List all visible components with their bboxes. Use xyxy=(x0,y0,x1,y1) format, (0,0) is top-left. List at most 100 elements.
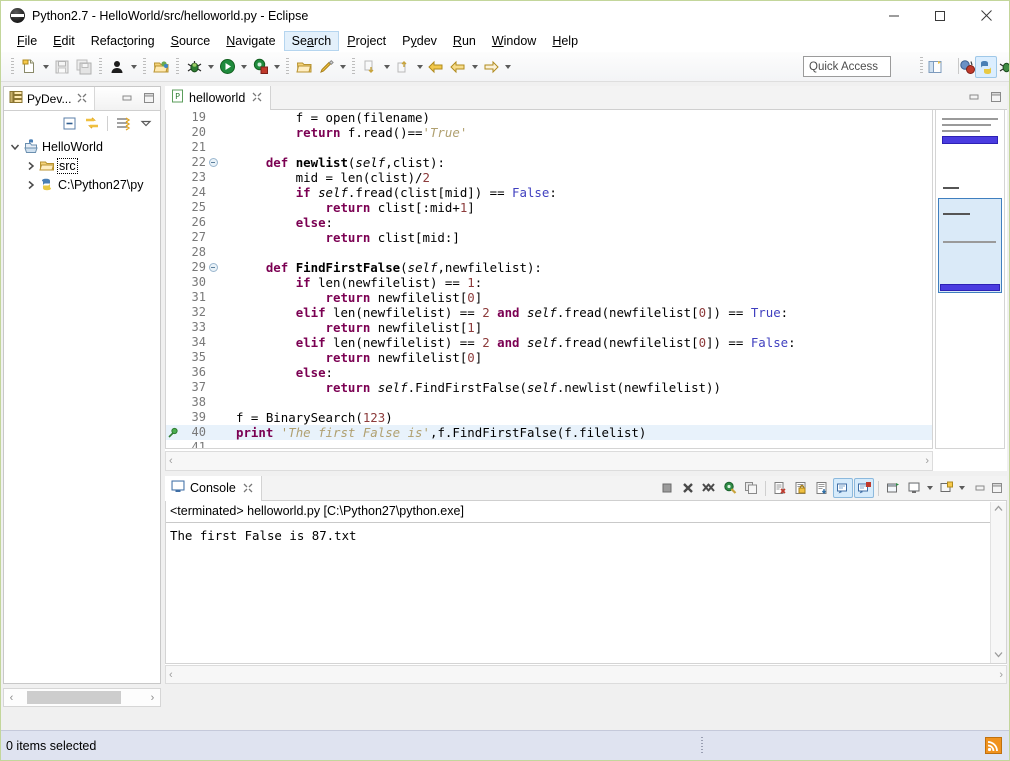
display-selected-console-icon[interactable] xyxy=(854,478,874,498)
package-explorer-hscrollbar[interactable]: ‹ › xyxy=(3,688,161,707)
code-line[interactable]: 35 return newfilelist[0] xyxy=(166,350,932,365)
clear-console-icon[interactable] xyxy=(770,478,790,498)
toolbar-grip[interactable] xyxy=(11,57,14,76)
menu-edit[interactable]: Edit xyxy=(45,31,83,51)
minimize-view-icon[interactable] xyxy=(972,480,988,496)
code-line[interactable]: 30 if len(newfilelist) == 1: xyxy=(166,275,932,290)
remove-all-launches-icon[interactable] xyxy=(699,478,719,498)
link-with-editor-icon[interactable] xyxy=(82,113,102,133)
debug-person-icon[interactable] xyxy=(106,56,128,78)
menu-refactoring[interactable]: Refactoring xyxy=(83,31,163,51)
code-line[interactable]: 40 print 'The first False is',f.FindFirst… xyxy=(166,425,932,440)
code-line[interactable]: 29 def FindFirstFalse(self,newfilelist): xyxy=(166,260,932,275)
code-line[interactable]: 36 else: xyxy=(166,365,932,380)
copy-icon[interactable] xyxy=(741,478,761,498)
menu-file[interactable]: File xyxy=(9,31,45,51)
new-file-icon[interactable] xyxy=(18,56,40,78)
code-line[interactable]: 39 f = BinarySearch(123) xyxy=(166,410,932,425)
coverage-icon[interactable] xyxy=(249,56,271,78)
code-line[interactable]: 27 return clist[mid:] xyxy=(166,230,932,245)
code-line[interactable]: 20 return f.read()=='True' xyxy=(166,125,932,140)
open-type-icon[interactable] xyxy=(293,56,315,78)
forward-dropdown-arrow[interactable] xyxy=(502,56,513,78)
code-line[interactable]: 38 xyxy=(166,395,932,410)
code-line[interactable]: 28 xyxy=(166,245,932,260)
run-dropdown-arrow[interactable] xyxy=(238,56,249,78)
editor-hscrollbar[interactable]: ‹ › xyxy=(165,451,933,471)
menu-help[interactable]: Help xyxy=(544,31,586,51)
chevron-right-icon[interactable] xyxy=(24,177,38,193)
code-text-area[interactable]: 19 f = open(filename) 20 return f.read()=… xyxy=(165,110,933,449)
remove-launch-icon[interactable] xyxy=(678,478,698,498)
scroll-thumb[interactable] xyxy=(27,691,121,704)
code-line[interactable]: 21 xyxy=(166,140,932,155)
save-icon[interactable] xyxy=(51,56,73,78)
code-line[interactable]: 25 return clist[:mid+1] xyxy=(166,200,932,215)
scroll-left-icon[interactable]: ‹ xyxy=(169,455,173,467)
debug-perspective-icon[interactable] xyxy=(995,56,1009,78)
new-console-dropdown-arrow[interactable] xyxy=(925,478,935,498)
code-line[interactable]: 26 else: xyxy=(166,215,932,230)
previous-annotation-dropdown-arrow[interactable] xyxy=(414,56,425,78)
close-icon[interactable] xyxy=(251,91,264,104)
fold-collapse-icon[interactable] xyxy=(206,263,220,272)
next-annotation-dropdown-arrow[interactable] xyxy=(381,56,392,78)
maximize-view-icon[interactable] xyxy=(141,90,157,106)
debug-dropdown-arrow[interactable] xyxy=(128,56,139,78)
back-dropdown-arrow[interactable] xyxy=(469,56,480,78)
close-icon[interactable] xyxy=(76,92,89,105)
scroll-right-icon[interactable]: › xyxy=(999,669,1003,681)
maximize-view-icon[interactable] xyxy=(989,480,1005,496)
scroll-down-icon[interactable] xyxy=(994,650,1003,661)
new-console-view-icon[interactable] xyxy=(904,478,924,498)
scroll-left-icon[interactable]: ‹ xyxy=(4,692,19,704)
scroll-lock-icon[interactable] xyxy=(791,478,811,498)
debug-bug-icon[interactable] xyxy=(183,56,205,78)
back-icon[interactable] xyxy=(425,56,447,78)
menu-project[interactable]: Project xyxy=(339,31,394,51)
code-line[interactable]: 32 elif len(newfilelist) == 2 and self.f… xyxy=(166,305,932,320)
tree-item-helloworld[interactable]: HelloWorld xyxy=(6,137,160,156)
forward-icon[interactable] xyxy=(480,56,502,78)
tab-pydev-package-explorer[interactable]: PyDev... xyxy=(4,87,96,110)
toolbar-grip-2[interactable] xyxy=(99,57,102,76)
code-line[interactable]: 31 return newfilelist[0] xyxy=(166,290,932,305)
code-line[interactable]: 37 return self.FindFirstFalse(self.newli… xyxy=(166,380,932,395)
close-icon[interactable] xyxy=(963,1,1009,30)
menu-source[interactable]: Source xyxy=(163,31,219,51)
menu-search[interactable]: Search xyxy=(283,31,340,51)
fold-collapse-icon[interactable] xyxy=(206,158,220,167)
tab-helloworld[interactable]: P helloworld xyxy=(165,85,272,110)
overview-viewport[interactable] xyxy=(938,187,1002,293)
tab-console[interactable]: Console xyxy=(165,475,262,501)
quick-access-input[interactable]: Quick Access xyxy=(803,56,891,77)
code-line[interactable]: 22 def newlist(self,clist): xyxy=(166,155,932,170)
previous-annotation-icon[interactable] xyxy=(392,56,414,78)
code-line[interactable]: 23 mid = len(clist)/2 xyxy=(166,170,932,185)
terminate-icon[interactable] xyxy=(657,478,677,498)
minimize-view-icon[interactable] xyxy=(119,90,135,106)
tree-item-python-interpreter[interactable]: C:\Python27\py xyxy=(6,175,160,194)
view-menu-dropdown-arrow[interactable] xyxy=(957,478,967,498)
view-menu-icon[interactable] xyxy=(936,478,956,498)
menu-pydev[interactable]: Pydev xyxy=(394,31,445,51)
next-annotation-icon[interactable] xyxy=(359,56,381,78)
forward-back-icon[interactable] xyxy=(447,56,469,78)
menu-navigate[interactable]: Navigate xyxy=(218,31,283,51)
debug-bug-dropdown-arrow[interactable] xyxy=(205,56,216,78)
status-grip[interactable] xyxy=(701,737,703,755)
code-line[interactable]: 24 if self.fread(clist[mid]) == False: xyxy=(166,185,932,200)
code-line[interactable]: 19 f = open(filename) xyxy=(166,110,932,125)
maximize-view-icon[interactable] xyxy=(988,89,1004,105)
new-dropdown-arrow[interactable] xyxy=(40,56,51,78)
scroll-right-icon[interactable]: › xyxy=(145,692,160,704)
feed-icon[interactable] xyxy=(985,737,1002,754)
pydev-perspective-icon[interactable] xyxy=(975,56,997,78)
pin-icon[interactable] xyxy=(315,56,337,78)
open-folder-icon[interactable] xyxy=(150,56,172,78)
breakpoint-marker-icon[interactable] xyxy=(166,425,180,440)
console-vscrollbar[interactable] xyxy=(990,502,1006,663)
pin-dropdown-arrow[interactable] xyxy=(337,56,348,78)
editor-overview-ruler[interactable] xyxy=(935,110,1005,449)
minimize-icon[interactable] xyxy=(871,1,917,30)
